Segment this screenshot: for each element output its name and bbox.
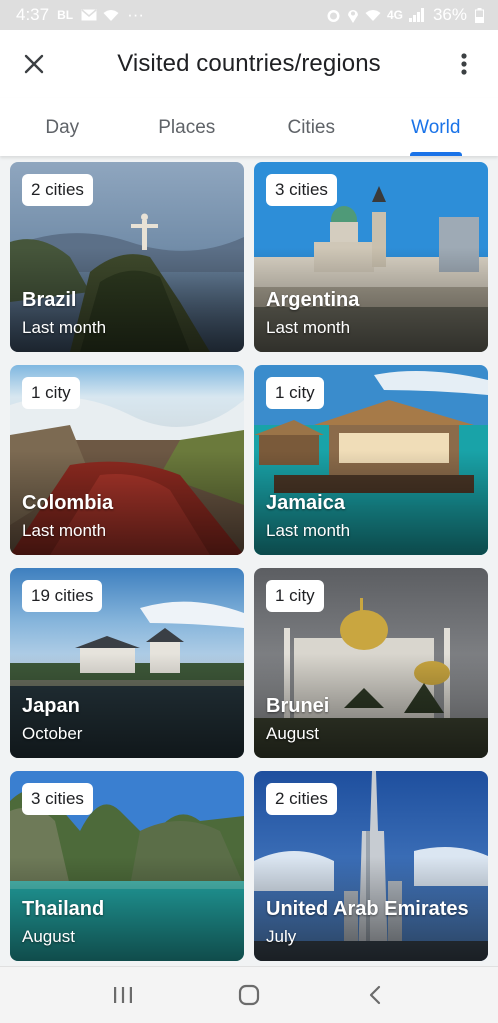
city-count-badge: 3 cities	[22, 783, 93, 815]
visit-date: August	[22, 927, 75, 946]
recent-apps-icon	[114, 987, 132, 1003]
city-count-badge: 19 cities	[22, 580, 103, 612]
visit-date: July	[266, 927, 297, 946]
city-count-badge: 1 city	[266, 377, 324, 409]
country-grid: 2 cities Brazil Last month 3 cities Arge…	[0, 156, 498, 966]
tab-cities-label: Cities	[287, 117, 335, 138]
visit-date: Last month	[22, 521, 107, 540]
country-card-japan[interactable]: 19 cities Japan October	[10, 568, 244, 758]
status-system-icons: 4G	[326, 8, 425, 23]
country-card-thailand[interactable]: 3 cities Thailand August	[10, 771, 244, 961]
page-title: Visited countries/regions	[117, 50, 381, 77]
country-name: Argentina	[266, 289, 360, 311]
country-card-argentina[interactable]: 3 cities Argentina Last month	[254, 162, 488, 352]
city-count-badge: 2 cities	[22, 174, 93, 206]
visit-date: October	[22, 724, 83, 743]
more-vert-icon	[461, 53, 467, 75]
country-name: Brunei	[266, 695, 330, 717]
visit-date: Last month	[22, 318, 107, 337]
tab-cities[interactable]: Cities	[249, 98, 374, 156]
country-name: Colombia	[22, 492, 114, 514]
app-bar: Visited countries/regions	[0, 30, 498, 98]
system-navigation-bar	[0, 966, 498, 1023]
network-type: 4G	[386, 8, 403, 22]
status-time: 4:37	[16, 5, 50, 24]
recent-apps-button[interactable]	[103, 975, 143, 1015]
status-bar: 4:37 BL ··· 4G 36%	[0, 0, 498, 30]
alarm-icon	[327, 9, 340, 22]
tab-world-label: World	[411, 117, 461, 138]
country-name: Thailand	[22, 898, 105, 920]
country-name: Brazil	[22, 289, 77, 311]
city-count-badge: 3 cities	[266, 174, 337, 206]
battery-percent: 36%	[432, 5, 467, 24]
tab-day[interactable]: Day	[0, 98, 125, 156]
visit-date: August	[266, 724, 319, 743]
status-notification-icons	[81, 9, 119, 22]
tab-day-label: Day	[45, 117, 80, 138]
back-button[interactable]	[355, 975, 395, 1015]
visit-date: Last month	[266, 318, 351, 337]
battery-icon	[475, 7, 484, 23]
city-count-badge: 1 city	[22, 377, 80, 409]
country-card-brunei[interactable]: 1 city Brunei August	[254, 568, 488, 758]
visit-date: Last month	[266, 521, 351, 540]
signal-icon	[408, 8, 424, 22]
city-count-badge: 1 city	[266, 580, 324, 612]
location-icon	[347, 9, 358, 23]
tab-places-label: Places	[158, 117, 216, 138]
tab-active-indicator	[409, 152, 462, 156]
status-right: 4G 36%	[326, 5, 484, 25]
country-card-jamaica[interactable]: 1 city Jamaica Last month	[254, 365, 488, 555]
country-name: United Arab Emirates	[266, 898, 469, 920]
home-icon	[238, 984, 260, 1006]
status-carrier: BL	[57, 8, 74, 22]
wifi-calling-icon	[365, 9, 381, 21]
wifi-icon	[103, 9, 119, 21]
more-options-button[interactable]	[444, 44, 484, 84]
country-card-united-arab-emirates[interactable]: 2 cities United Arab Emirates July	[254, 771, 488, 961]
tab-world[interactable]: World	[374, 98, 498, 156]
tab-bar: Day Places Cities World	[0, 98, 498, 156]
home-button[interactable]	[229, 975, 269, 1015]
mail-icon	[81, 9, 97, 21]
status-left: 4:37 BL ···	[16, 5, 144, 25]
city-count-badge: 2 cities	[266, 783, 337, 815]
country-card-colombia[interactable]: 1 city Colombia Last month	[10, 365, 244, 555]
back-icon	[369, 985, 381, 1005]
country-name: Japan	[22, 695, 80, 717]
status-more-dots: ···	[127, 5, 145, 24]
country-card-brazil[interactable]: 2 cities Brazil Last month	[10, 162, 244, 352]
country-name: Jamaica	[266, 492, 345, 514]
tab-places[interactable]: Places	[125, 98, 250, 156]
